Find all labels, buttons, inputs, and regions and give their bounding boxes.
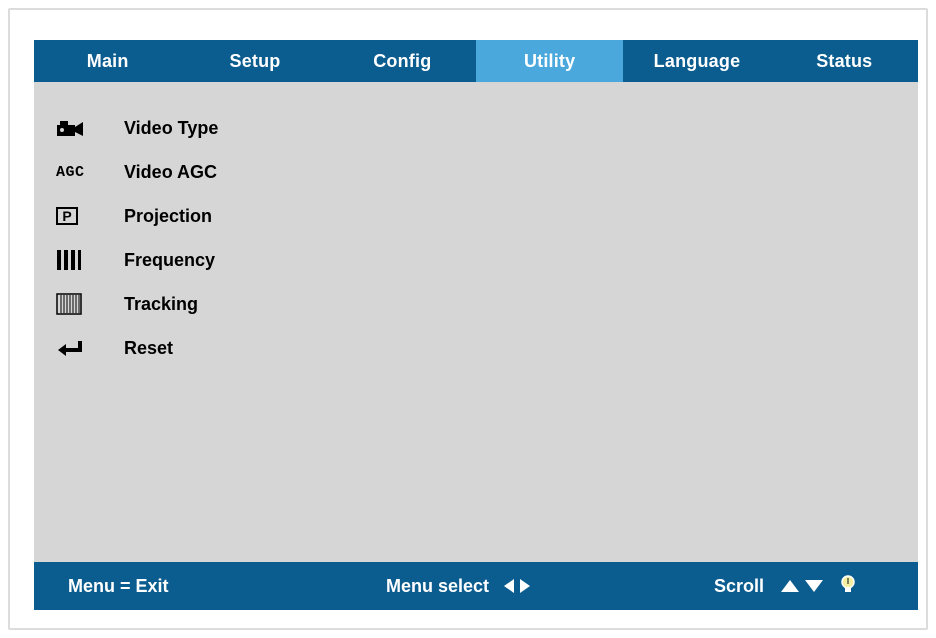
lightbulb-icon bbox=[840, 574, 856, 599]
menu-select-hint: Menu select bbox=[386, 562, 531, 610]
menu-item-label: Projection bbox=[124, 205, 213, 226]
menu-item-frequency[interactable]: Frequency bbox=[56, 238, 218, 282]
menu-item-projection[interactable]: P Projection bbox=[56, 194, 218, 238]
menu-item-label: Video Type bbox=[124, 117, 219, 138]
tab-bar: Main Setup Config Utility Language Statu… bbox=[34, 40, 918, 82]
tab-setup[interactable]: Setup bbox=[181, 40, 328, 82]
menu-item-label: Reset bbox=[124, 337, 174, 358]
menu-exit-hint: Menu = Exit bbox=[68, 575, 169, 596]
tab-main[interactable]: Main bbox=[34, 40, 181, 82]
menu-select-label: Menu select bbox=[386, 575, 490, 596]
scroll-hint: Scroll bbox=[714, 562, 856, 610]
left-right-arrows-icon bbox=[503, 578, 531, 594]
menu-item-reset[interactable]: Reset bbox=[56, 326, 218, 370]
agc-icon: AGC bbox=[56, 163, 85, 181]
tab-utility[interactable]: Utility bbox=[475, 40, 624, 82]
projection-icon-letter: P bbox=[56, 207, 78, 225]
up-down-arrows-icon bbox=[780, 579, 824, 593]
reset-arrow-icon bbox=[56, 339, 102, 357]
tracking-icon bbox=[56, 293, 102, 315]
menu-item-tracking[interactable]: Tracking bbox=[56, 282, 218, 326]
utility-menu-list: Video Type AGC Video AGC P Projection Fr… bbox=[56, 106, 218, 370]
menu-item-label: Video AGC bbox=[124, 161, 218, 182]
scroll-label: Scroll bbox=[714, 575, 765, 596]
tab-status[interactable]: Status bbox=[771, 40, 918, 82]
menu-item-video-agc[interactable]: AGC Video AGC bbox=[56, 150, 218, 194]
menu-item-video-type[interactable]: Video Type bbox=[56, 106, 218, 150]
tab-language[interactable]: Language bbox=[623, 40, 770, 82]
menu-item-label: Frequency bbox=[124, 249, 216, 270]
tab-config[interactable]: Config bbox=[329, 40, 476, 82]
osd-menu-panel: Main Setup Config Utility Language Statu… bbox=[34, 40, 918, 610]
camera-icon bbox=[56, 118, 102, 138]
footer-bar: Menu = Exit Menu select Scroll bbox=[34, 562, 918, 610]
projection-icon: P bbox=[56, 207, 102, 225]
menu-item-label: Tracking bbox=[124, 293, 199, 314]
frequency-icon bbox=[56, 249, 102, 271]
